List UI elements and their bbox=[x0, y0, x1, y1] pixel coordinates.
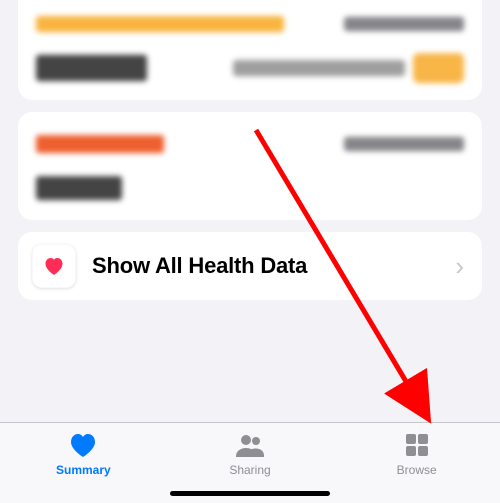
grid-icon bbox=[401, 431, 433, 459]
favorite-card[interactable] bbox=[18, 112, 482, 220]
redacted-trend-icon bbox=[413, 53, 464, 83]
health-app-icon bbox=[32, 244, 76, 288]
home-indicator bbox=[170, 491, 330, 496]
redacted-metric-value bbox=[36, 55, 147, 81]
redacted-metric-title bbox=[36, 135, 164, 153]
chevron-right-icon: › bbox=[455, 251, 468, 282]
redacted-detail bbox=[233, 60, 404, 76]
tab-bar: Summary Sharing Browse bbox=[0, 422, 500, 503]
favorite-card[interactable] bbox=[18, 0, 482, 100]
content-scroll: Show All Health Data › bbox=[0, 0, 500, 300]
redacted-timestamp bbox=[344, 17, 464, 31]
redacted-timestamp bbox=[344, 137, 464, 151]
tab-label: Summary bbox=[56, 463, 111, 477]
people-icon bbox=[234, 431, 266, 459]
redacted-metric-title bbox=[36, 16, 284, 32]
tab-label: Sharing bbox=[229, 463, 270, 477]
tab-summary[interactable]: Summary bbox=[0, 423, 167, 503]
heart-fill-icon bbox=[67, 431, 99, 459]
show-all-label: Show All Health Data bbox=[92, 253, 439, 279]
tab-browse[interactable]: Browse bbox=[333, 423, 500, 503]
show-all-health-data-row[interactable]: Show All Health Data › bbox=[18, 232, 482, 300]
tab-label: Browse bbox=[397, 463, 437, 477]
redacted-metric-value bbox=[36, 176, 122, 200]
